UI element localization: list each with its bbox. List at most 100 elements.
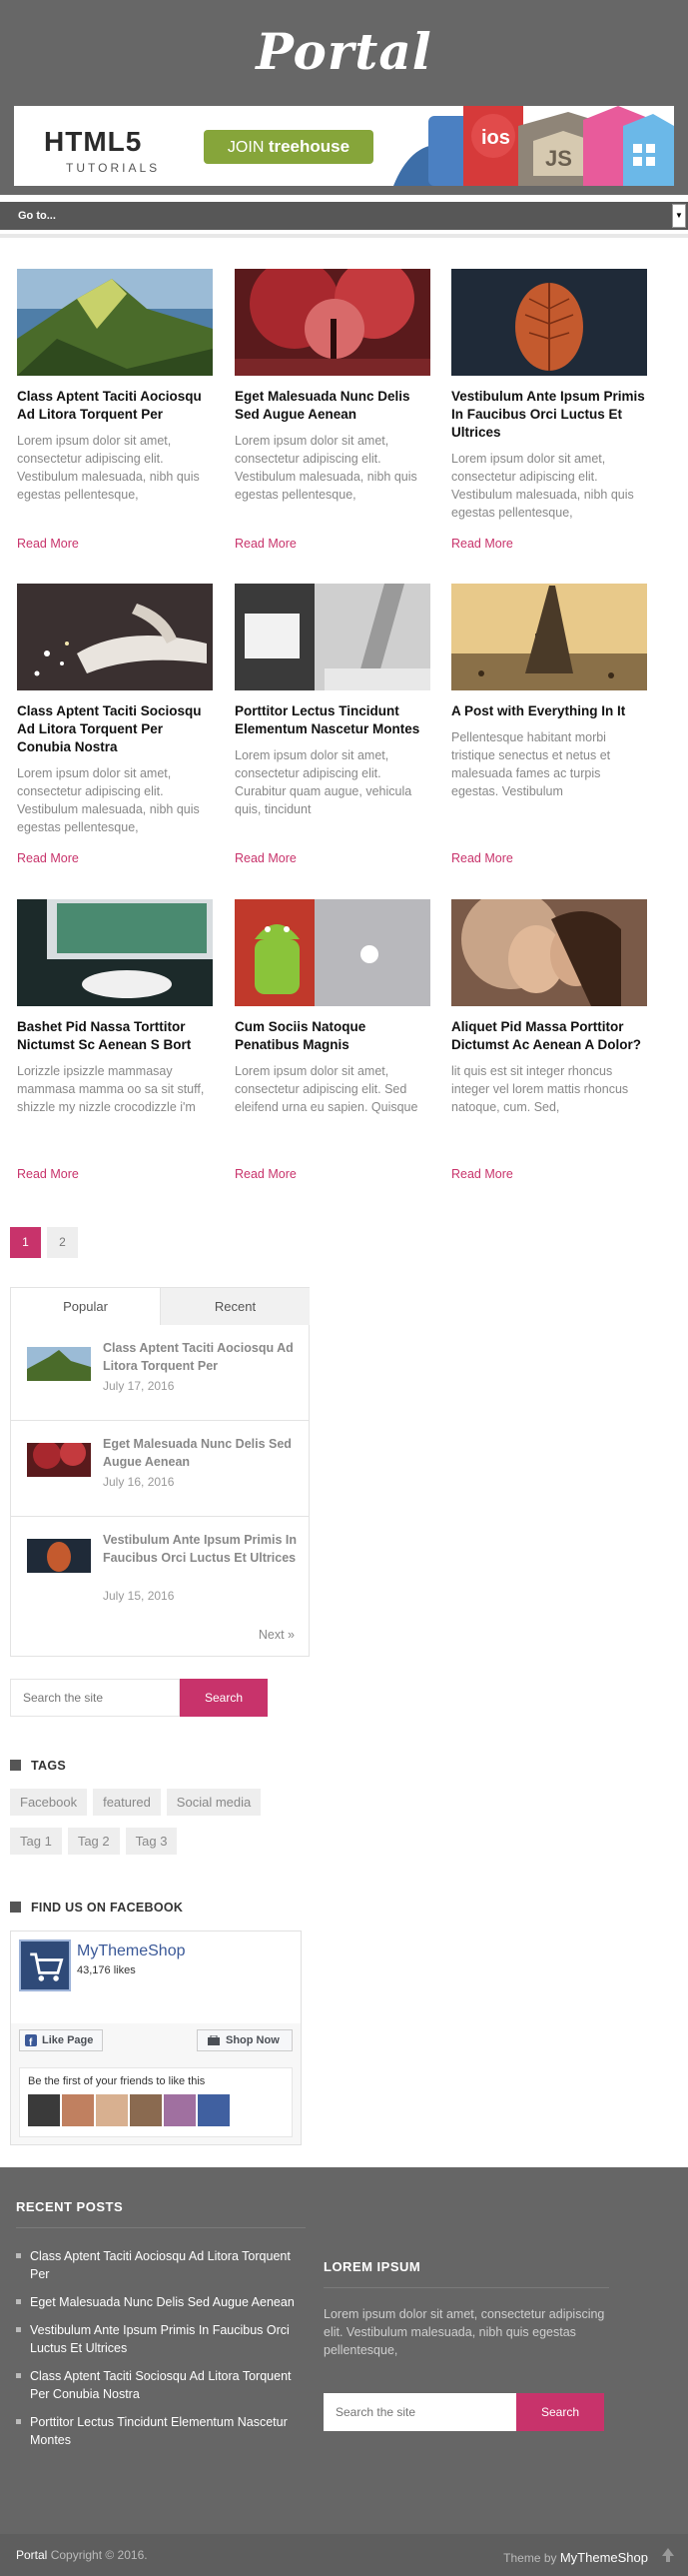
nav-divider (0, 234, 688, 238)
mythemeshop-logo-icon[interactable] (19, 1939, 71, 1991)
facebook-like-button[interactable]: f Like Page (19, 2029, 103, 2051)
post-card: Vestibulum Ante Ipsum Primis In Faucibus… (451, 269, 647, 559)
facebook-shop-button[interactable]: Shop Now (197, 2029, 293, 2051)
post-card: Class Aptent Taciti Sociosqu Ad Litora T… (17, 584, 213, 873)
post-thumbnail[interactable] (235, 899, 430, 1006)
read-more-link[interactable]: Read More (235, 537, 297, 551)
tag-link[interactable]: Social media (166, 1789, 262, 1816)
facebook-like-label: Like Page (42, 2034, 94, 2046)
facebook-f-icon: f (25, 2034, 37, 2046)
post-thumbnail[interactable] (17, 269, 213, 376)
post-title[interactable]: Class Aptent Taciti Aociosqu Ad Litora T… (17, 388, 213, 424)
post-title[interactable]: Porttitor Lectus Tincidunt Elementum Nas… (235, 702, 430, 738)
post-thumbnail[interactable] (235, 269, 430, 376)
post-title[interactable]: Bashet Pid Nassa Torttitor Nictumst Sc A… (17, 1018, 213, 1054)
post-title[interactable]: Cum Sociis Natoque Penatibus Magnis (235, 1018, 430, 1054)
tab-item-thumbnail[interactable] (27, 1539, 91, 1573)
post-title[interactable]: Vestibulum Ante Ipsum Primis In Faucibus… (451, 388, 647, 442)
read-more-link[interactable]: Read More (451, 1167, 513, 1181)
copyright-site-link[interactable]: Portal (16, 2548, 47, 2562)
page-1-button[interactable]: 1 (10, 1227, 41, 1258)
avatar[interactable] (198, 2094, 230, 2126)
tab-item-thumbnail[interactable] (27, 1443, 91, 1477)
post-excerpt: Lorem ipsum dolor sit amet, consectetur … (235, 434, 417, 502)
avatar[interactable] (62, 2094, 94, 2126)
post-title[interactable]: Eget Malesuada Nunc Delis Sed Augue Aene… (235, 388, 430, 424)
post-thumbnail[interactable] (451, 269, 647, 376)
search-button[interactable]: Search (180, 1679, 268, 1717)
theme-credit-link[interactable]: MyThemeShop (560, 2550, 648, 2565)
read-more-link[interactable]: Read More (17, 537, 79, 551)
tab-list-item[interactable]: Vestibulum Ante Ipsum Primis In Faucibus… (11, 1517, 309, 1613)
site-logo[interactable]: Portal (0, 22, 688, 81)
tab-item-date: July 15, 2016 (103, 1589, 175, 1603)
post-card: Cum Sociis Natoque Penatibus Magnis Lore… (235, 899, 430, 1189)
recent-post-link[interactable]: Class Aptent Taciti Sociosqu Ad Litora T… (16, 2367, 306, 2403)
theme-credit-prefix: Theme by (503, 2551, 560, 2565)
ad-banner[interactable]: HTML5 TUTORIALS JOIN treehouse ios JS (14, 106, 674, 186)
back-to-top-icon[interactable] (662, 2548, 674, 2562)
post-card: Eget Malesuada Nunc Delis Sed Augue Aene… (235, 269, 430, 559)
post-thumbnail[interactable] (235, 584, 430, 690)
footer-search-button[interactable]: Search (516, 2393, 604, 2431)
post-card: Class Aptent Taciti Aociosqu Ad Litora T… (17, 269, 213, 559)
facebook-page-box: MyThemeShop 43,176 likes f Like Page Sho… (10, 1931, 302, 2145)
tag-link[interactable]: featured (93, 1789, 161, 1816)
recent-post-link[interactable]: Class Aptent Taciti Aociosqu Ad Litora T… (16, 2247, 306, 2283)
footer-search: Search (324, 2393, 604, 2431)
tab-popular[interactable]: Popular (11, 1288, 160, 1325)
facebook-shop-label: Shop Now (226, 2034, 280, 2046)
read-more-link[interactable]: Read More (17, 851, 79, 865)
banner-tile-js: JS (545, 146, 572, 171)
tag-link[interactable]: Tag 3 (125, 1828, 178, 1855)
avatar[interactable] (96, 2094, 128, 2126)
copyright-bar: Portal Copyright © 2016. Theme by MyThem… (0, 2534, 688, 2576)
next-link[interactable]: Next » (259, 1628, 295, 1642)
tab-item-title[interactable]: Class Aptent Taciti Aociosqu Ad Litora T… (103, 1339, 298, 1375)
site-footer: RECENT POSTS Class Aptent Taciti Aociosq… (0, 2167, 688, 2534)
post-excerpt: Lorem ipsum dolor sit amet, consectetur … (17, 766, 200, 834)
banner-artwork: ios JS (393, 106, 674, 186)
read-more-link[interactable]: Read More (235, 1167, 297, 1181)
avatar[interactable] (130, 2094, 162, 2126)
read-more-link[interactable]: Read More (17, 1167, 79, 1181)
nav-select-arrow-icon[interactable]: ▼ (672, 204, 686, 228)
site-header: Portal HTML5 TUTORIALS JOIN treehouse io… (0, 0, 688, 195)
read-more-link[interactable]: Read More (235, 851, 297, 865)
tab-list-item[interactable]: Class Aptent Taciti Aociosqu Ad Litora T… (11, 1325, 309, 1421)
post-thumbnail[interactable] (451, 899, 647, 1006)
banner-join-button[interactable]: JOIN treehouse (204, 130, 373, 164)
tag-link[interactable]: Facebook (10, 1789, 88, 1816)
recent-post-link[interactable]: Vestibulum Ante Ipsum Primis In Faucibus… (16, 2321, 306, 2357)
post-title[interactable]: Aliquet Pid Massa Porttitor Dictumst Ac … (451, 1018, 647, 1054)
heading-square-icon (10, 1902, 21, 1913)
post-thumbnail[interactable] (451, 584, 647, 690)
tab-item-thumbnail[interactable] (27, 1347, 91, 1381)
tab-item-title[interactable]: Eget Malesuada Nunc Delis Sed Augue Aene… (103, 1435, 298, 1471)
avatar[interactable] (28, 2094, 60, 2126)
tab-list-item[interactable]: Eget Malesuada Nunc Delis Sed Augue Aene… (11, 1421, 309, 1517)
nav-select[interactable]: Go to... ▼ (0, 202, 688, 230)
post-title[interactable]: Class Aptent Taciti Sociosqu Ad Litora T… (17, 702, 213, 756)
recent-post-link[interactable]: Eget Malesuada Nunc Delis Sed Augue Aene… (16, 2293, 306, 2311)
post-thumbnail[interactable] (17, 584, 213, 690)
post-excerpt: Lorem ipsum dolor sit amet, consectetur … (235, 748, 412, 816)
page-2-button[interactable]: 2 (47, 1227, 78, 1258)
tab-item-title[interactable]: Vestibulum Ante Ipsum Primis In Faucibus… (103, 1531, 298, 1567)
theme-credit: Theme by MyThemeShop (503, 2550, 648, 2565)
recent-post-link[interactable]: Porttitor Lectus Tincidunt Elementum Nas… (16, 2413, 306, 2449)
footer-search-input[interactable] (324, 2393, 516, 2431)
search-input[interactable] (10, 1679, 180, 1717)
tab-recent[interactable]: Recent (160, 1288, 310, 1325)
read-more-link[interactable]: Read More (451, 851, 513, 865)
avatar[interactable] (164, 2094, 196, 2126)
read-more-link[interactable]: Read More (451, 537, 513, 551)
facebook-friends-text: Be the first of your friends to like thi… (28, 2075, 206, 2087)
facebook-heading-text: FIND US ON FACEBOOK (31, 1901, 184, 1915)
post-thumbnail[interactable] (17, 899, 213, 1006)
facebook-page-name[interactable]: MyThemeShop (77, 1942, 186, 1960)
post-card: A Post with Everything In It Pellentesqu… (451, 584, 647, 873)
tag-link[interactable]: Tag 1 (10, 1828, 62, 1855)
post-title[interactable]: A Post with Everything In It (451, 702, 647, 720)
tag-link[interactable]: Tag 2 (67, 1828, 120, 1855)
